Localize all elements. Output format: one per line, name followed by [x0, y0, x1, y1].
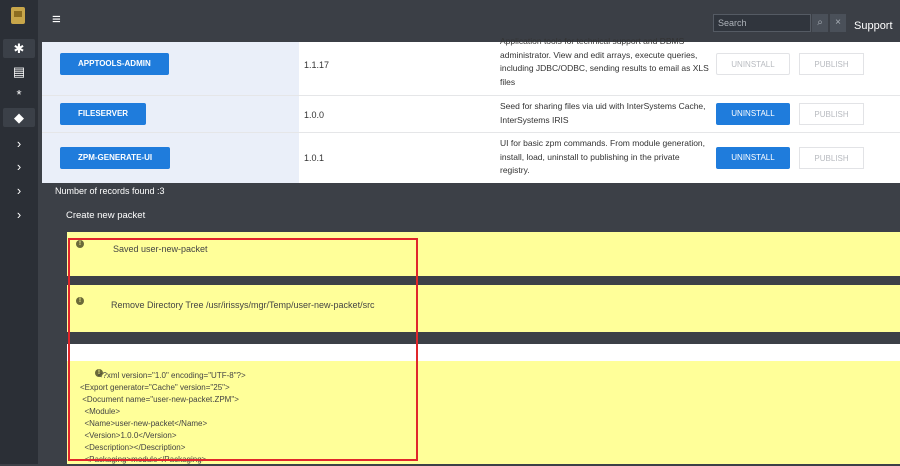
table-row: FILESERVER 1.0.0 Seed for sharing files …: [42, 96, 900, 133]
app-logo: [11, 7, 25, 24]
publish-button[interactable]: PUBLISH: [799, 103, 864, 125]
highlight-box: [68, 238, 418, 461]
records-count: Number of records found :3: [55, 186, 165, 196]
table-row: APPTOOLS-ADMIN 1.1.17 Application tools …: [42, 36, 900, 96]
package-description: Seed for sharing files via uid with Inte…: [500, 101, 706, 125]
package-name-button[interactable]: ZPM-GENERATE-UI: [60, 147, 171, 169]
package-name-button[interactable]: APPTOOLS-ADMIN: [60, 53, 169, 75]
table-icon[interactable]: ▤: [3, 62, 35, 81]
uninstall-button[interactable]: UNINSTALL: [716, 147, 790, 169]
asterisk-icon[interactable]: *: [3, 85, 35, 104]
package-description: UI for basic zpm commands. From module g…: [500, 138, 706, 175]
packages-table: APPTOOLS-ADMIN 1.1.17 Application tools …: [42, 36, 900, 183]
package-icon[interactable]: ◆: [3, 108, 35, 127]
magnifier-icon[interactable]: ⌕: [812, 14, 828, 32]
publish-button[interactable]: PUBLISH: [799, 53, 864, 75]
uninstall-button[interactable]: UNINSTALL: [716, 103, 790, 125]
uninstall-button[interactable]: UNINSTALL: [716, 53, 790, 75]
chevron-right-icon[interactable]: ›: [3, 134, 35, 153]
package-description: Application tools for technical support …: [500, 36, 709, 87]
support-link[interactable]: Support: [854, 20, 893, 32]
package-version: 1.0.0: [304, 110, 325, 120]
package-name-button[interactable]: FILESERVER: [60, 103, 147, 125]
create-new-packet-heading: Create new packet: [66, 210, 146, 221]
chevron-right-icon[interactable]: ›: [3, 205, 35, 224]
publish-button[interactable]: PUBLISH: [799, 147, 864, 169]
chevron-right-icon[interactable]: ›: [3, 181, 35, 200]
table-row: ZPM-GENERATE-UI 1.0.1 UI for basic zpm c…: [42, 133, 900, 183]
package-version: 1.1.17: [304, 60, 330, 70]
gear-icon[interactable]: ✱: [3, 39, 35, 58]
hamburger-menu-icon[interactable]: ≡: [52, 11, 61, 28]
chevron-right-icon[interactable]: ›: [3, 157, 35, 176]
sidebar: ✱ ▤ * ◆ › › › ›: [0, 0, 38, 464]
search-input[interactable]: [713, 14, 811, 32]
topbar: ≡ ⌕ × Support: [38, 0, 900, 42]
package-version: 1.0.1: [304, 153, 325, 163]
close-icon[interactable]: ×: [830, 14, 846, 32]
